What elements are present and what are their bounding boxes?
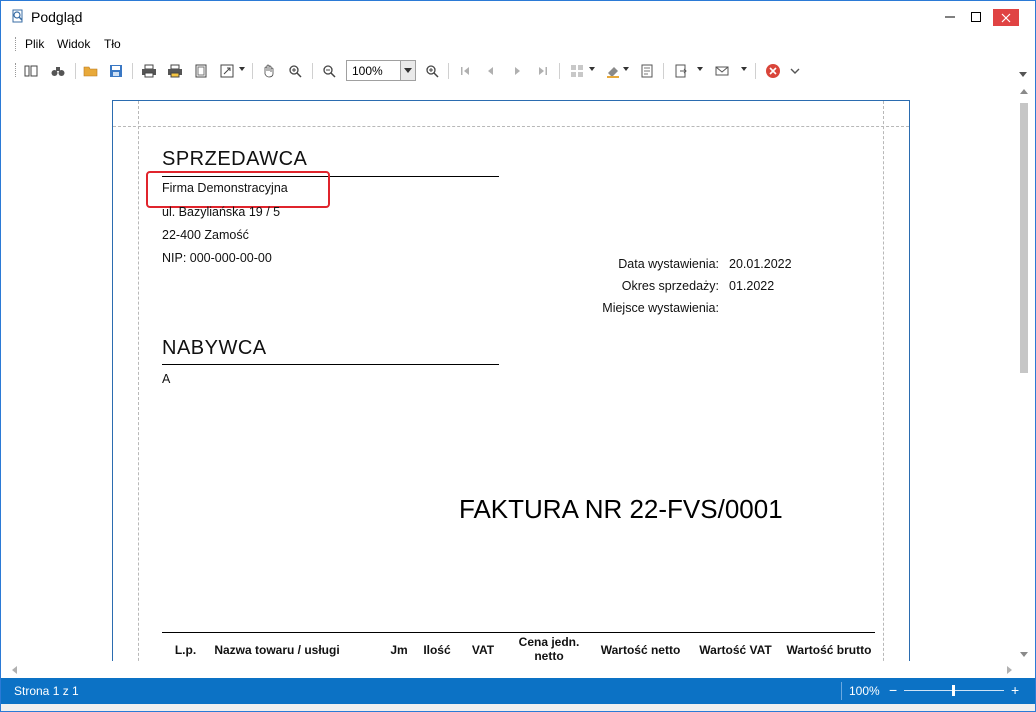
vertical-scrollbar[interactable] — [1015, 85, 1033, 661]
zoom-in-icon[interactable] — [422, 61, 442, 81]
scroll-right-icon[interactable] — [1007, 666, 1012, 674]
seller-name-highlight — [146, 171, 330, 208]
chevron-down-icon[interactable] — [400, 61, 415, 80]
color-icon[interactable] — [603, 61, 623, 81]
maximize-button[interactable] — [961, 1, 991, 33]
scroll-down-icon[interactable] — [1020, 652, 1028, 657]
margin-guide — [883, 101, 884, 661]
seller-heading: SPRZEDAWCA — [162, 148, 308, 170]
zoom-minus-button[interactable]: − — [889, 682, 897, 698]
toolbar-separator — [755, 63, 756, 79]
last-page-icon[interactable] — [533, 61, 553, 81]
preview-window: Podgląd Plik Widok Tło 100% SPRZEDAWCA F… — [0, 0, 1036, 712]
horizontal-scrollbar[interactable] — [9, 661, 1015, 677]
window-title: Podgląd — [31, 9, 83, 25]
toolbar-separator — [75, 63, 76, 79]
seller-street: ul. Bazyliańska 19 / 5 — [162, 205, 281, 219]
table-header-qty: Ilość — [423, 643, 451, 657]
toolbar-grip[interactable] — [15, 63, 18, 77]
email-dropdown-icon[interactable] — [741, 67, 747, 71]
zoom-combobox[interactable]: 100% — [346, 60, 416, 81]
maximize-icon — [971, 12, 981, 22]
toolbar — [1, 57, 1035, 85]
margin-guide — [113, 126, 909, 127]
zoom-combobox-value: 100% — [352, 64, 383, 78]
table-header-unit-price: Cena jedn. netto — [518, 635, 580, 661]
zoom-plus-button[interactable]: + — [1011, 682, 1019, 698]
thumbnails-icon[interactable] — [21, 61, 41, 81]
toolbar-separator — [663, 63, 664, 79]
table-header-lp: L.p. — [174, 643, 197, 657]
title-bar: Podgląd — [1, 1, 1035, 33]
buyer-heading: NABYWCA — [162, 337, 267, 359]
more-icon[interactable] — [785, 61, 805, 81]
zoom-out-icon[interactable] — [319, 61, 339, 81]
zoom-slider-thumb[interactable] — [952, 685, 955, 696]
toolbar-separator — [312, 63, 313, 79]
page-status: Strona 1 z 1 — [14, 684, 79, 698]
multiple-pages-dropdown-icon[interactable] — [589, 67, 595, 71]
table-header-vat-value: Wartość VAT — [699, 643, 772, 657]
scroll-left-icon[interactable] — [12, 666, 17, 674]
close-preview-icon[interactable] — [763, 61, 783, 81]
close-button[interactable] — [993, 9, 1019, 26]
quick-print-icon[interactable] — [165, 61, 185, 81]
status-separator — [841, 682, 842, 700]
page-setup-icon[interactable] — [191, 61, 211, 81]
save-icon[interactable] — [106, 61, 126, 81]
hand-tool-icon[interactable] — [259, 61, 279, 81]
vertical-scroll-thumb[interactable] — [1020, 103, 1028, 373]
table-header-net: Wartość netto — [600, 643, 681, 657]
toolbar-separator — [132, 63, 133, 79]
menu-widok[interactable]: Widok — [57, 37, 90, 51]
sale-period-value: 01.2022 — [729, 279, 775, 293]
preview-app-icon — [12, 9, 23, 23]
issue-place-label: Miejsce wystawienia: — [602, 301, 719, 315]
invoice-title: FAKTURA NR 22-FVS/0001 — [459, 494, 783, 524]
scroll-up-icon[interactable] — [1020, 89, 1028, 94]
magnifier-icon[interactable] — [285, 61, 305, 81]
email-icon[interactable] — [712, 61, 732, 81]
toolbar-separator — [252, 63, 253, 79]
first-page-icon[interactable] — [455, 61, 475, 81]
seller-city: 22-400 Zamość — [162, 228, 249, 242]
margin-guide — [138, 101, 139, 661]
scale-dropdown-icon[interactable] — [239, 67, 245, 71]
export-icon[interactable] — [671, 61, 691, 81]
minimize-icon — [945, 16, 955, 18]
document-viewport[interactable]: SPRZEDAWCA Firma Demonstracyjna ul. Bazy… — [9, 85, 1015, 661]
menu-tlo[interactable]: Tło — [104, 37, 121, 51]
table-header-vat: VAT — [471, 643, 495, 657]
table-header-unit: Jm — [390, 643, 408, 657]
toolbar-separator — [559, 63, 560, 79]
status-zoom-value: 100% — [849, 684, 880, 698]
next-page-icon[interactable] — [507, 61, 527, 81]
close-icon — [1001, 13, 1011, 22]
status-bar: Strona 1 z 1 100% − + — [1, 678, 1035, 704]
open-icon[interactable] — [81, 61, 101, 81]
previous-page-icon[interactable] — [481, 61, 501, 81]
find-icon[interactable] — [48, 61, 68, 81]
print-icon[interactable] — [139, 61, 159, 81]
window-bottom-edge — [1, 704, 1035, 711]
sale-period-label: Okres sprzedaży: — [621, 279, 719, 293]
menu-grip[interactable] — [15, 37, 18, 51]
invoice-page: SPRZEDAWCA Firma Demonstracyjna ul. Bazy… — [112, 100, 910, 661]
multiple-pages-icon[interactable] — [567, 61, 587, 81]
issue-date-label: Data wystawienia: — [618, 257, 719, 271]
issue-date-value: 20.01.2022 — [729, 257, 792, 271]
buyer-divider — [162, 364, 499, 365]
watermark-icon[interactable] — [637, 61, 657, 81]
table-header-gross: Wartość brutto — [786, 643, 872, 657]
table-header-name: Nazwa towaru / usługi — [214, 643, 340, 657]
color-dropdown-icon[interactable] — [623, 67, 629, 71]
seller-nip: NIP: 000-000-00-00 — [162, 251, 272, 265]
menu-bar: Plik Widok Tło — [1, 34, 1035, 77]
toolbar-separator — [448, 63, 449, 79]
export-dropdown-icon[interactable] — [697, 67, 703, 71]
table-top-rule — [162, 632, 875, 633]
scale-icon[interactable] — [217, 61, 237, 81]
buyer-name: A — [162, 372, 171, 386]
menu-plik[interactable]: Plik — [25, 37, 44, 51]
